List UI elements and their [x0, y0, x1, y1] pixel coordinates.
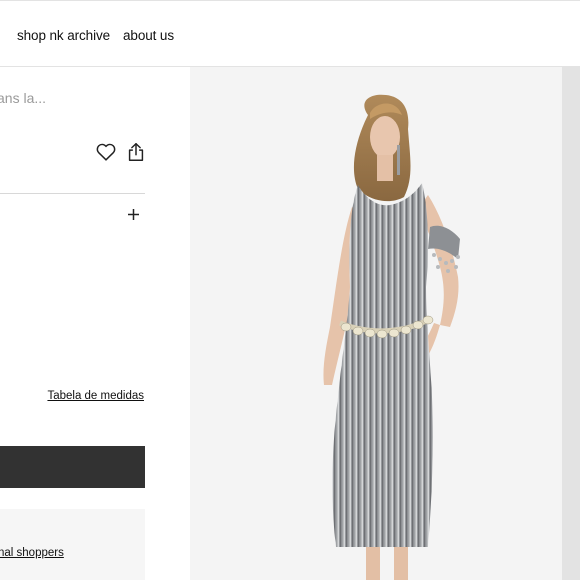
section-divider [0, 193, 145, 194]
size-guide-link[interactable]: Tabela de medidas [47, 390, 144, 402]
product-image-gallery[interactable] [190, 67, 562, 580]
model-figure [323, 94, 460, 580]
top-navigation: shop nk archive about us [0, 0, 580, 67]
nav-shop-nk-archive[interactable]: shop nk archive [17, 28, 110, 43]
product-details-panel: ans la... Tabela de medidas nal shoppers [0, 67, 190, 580]
plus-icon[interactable] [126, 207, 141, 222]
add-to-bag-button[interactable] [0, 446, 145, 488]
product-description[interactable]: ans la... [0, 90, 46, 106]
nav-about-us[interactable]: about us [123, 28, 174, 43]
personal-shopper-box: nal shoppers [0, 509, 145, 580]
personal-shoppers-link[interactable]: nal shoppers [0, 547, 64, 559]
heart-icon[interactable] [95, 141, 117, 163]
next-image-preview[interactable] [562, 67, 580, 580]
product-photo [323, 94, 460, 580]
share-icon[interactable] [125, 141, 147, 163]
